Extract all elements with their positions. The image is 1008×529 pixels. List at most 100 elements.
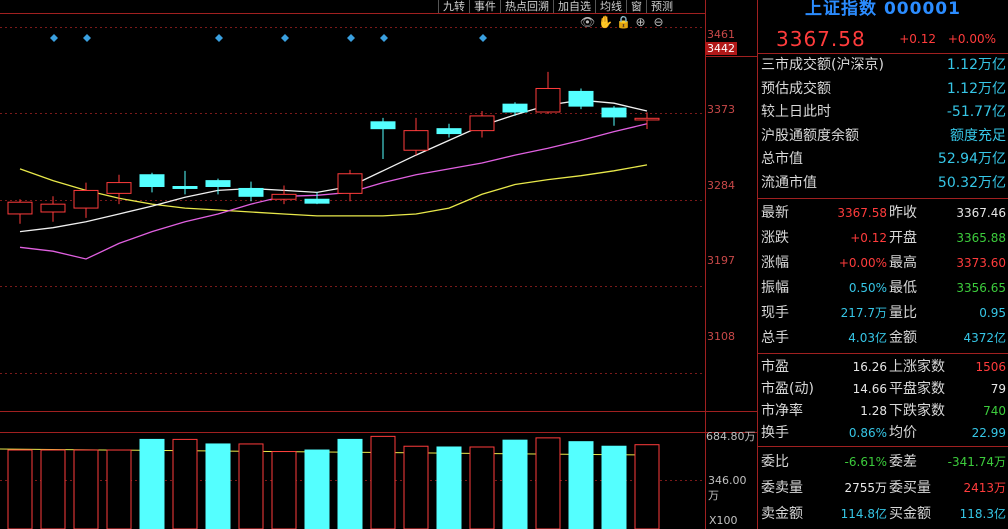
orders-row: 委比 -6.61% 委差 -341.74万 — [758, 449, 1008, 475]
volume-axis-label: 684.80万 — [706, 430, 756, 443]
stat-value: 1.28 — [860, 404, 887, 418]
price-axis-current-label: 3442 — [705, 42, 737, 55]
lock-icon[interactable]: 🔒 — [616, 16, 631, 29]
candle-up — [535, 87, 561, 113]
kline-chart-area[interactable]: 九转 事件 热点回溯 加自选 均线窗预测 👁 ✋ 🔒 ⊕ ⊖ 3461 3442 337… — [0, 0, 757, 529]
stat-label: 量比 — [889, 305, 917, 321]
index-title[interactable]: 上证指数 000001 — [758, 0, 1008, 25]
candle-down — [172, 186, 198, 189]
stat-label: 市净率 — [761, 403, 803, 419]
stat-label: 卖金额 — [761, 506, 803, 522]
stat-value: 4372亿 — [963, 331, 1006, 345]
event-marker-icon — [215, 34, 223, 42]
stat-label: 最高 — [889, 255, 917, 271]
stat-value: 0.86% — [848, 426, 887, 440]
stat-value: 3365.88 — [956, 231, 1006, 245]
stat-value: 114.8亿 — [840, 507, 887, 521]
zoom-out-icon[interactable]: ⊖ — [652, 16, 665, 29]
info-row: 三市成交额(沪深京) 1.12万亿 — [758, 54, 1008, 78]
info-value: 1.12万亿 — [946, 80, 1006, 97]
volume-bar — [271, 451, 297, 529]
stat-value: 0.95 — [979, 306, 1006, 320]
stat-value: 3367.58 — [837, 206, 887, 220]
stat-label: 昨收 — [889, 205, 917, 221]
candle-up — [106, 182, 132, 194]
stat-value: 3356.65 — [956, 281, 1006, 295]
info-label: 总市值 — [761, 151, 803, 167]
volume-bar — [238, 443, 264, 529]
volume-bar — [139, 438, 165, 529]
candle-up — [271, 193, 297, 200]
candle-down — [601, 107, 627, 118]
candle-down — [139, 174, 165, 188]
info-value: 额度充足 — [950, 127, 1006, 144]
toolbar-button[interactable]: 事件 — [469, 0, 500, 13]
price-axis-label: 3373 — [707, 103, 735, 116]
info-row: 流通市值 50.32万亿 — [758, 172, 1008, 196]
info-value: 50.32万亿 — [937, 174, 1006, 191]
hand-icon[interactable]: ✋ — [598, 16, 613, 29]
stat-value: 3373.60 — [956, 256, 1006, 270]
stat-value: 22.99 — [971, 426, 1006, 440]
stat-value: -341.74万 — [947, 455, 1006, 469]
toolbar-button[interactable]: 均线 — [595, 0, 626, 13]
candle-down — [304, 198, 330, 204]
eye-icon[interactable]: 👁 — [580, 16, 595, 29]
stat-label: 委买量 — [889, 480, 931, 496]
candle-down — [370, 121, 396, 130]
chart-icon-bar: 👁 ✋ 🔒 ⊕ ⊖ — [580, 16, 665, 29]
stat-value: 3367.46 — [956, 206, 1006, 220]
toolbar-button[interactable]: 预测 — [646, 0, 677, 13]
zoom-in-icon[interactable]: ⊕ — [634, 16, 647, 29]
stat-value: 14.66 — [852, 382, 887, 396]
info-label: 沪股通额度余额 — [761, 127, 859, 144]
toolbar-button[interactable]: 窗 — [626, 0, 646, 13]
candle-up — [73, 189, 99, 209]
stat-label: 下跌家数 — [889, 403, 945, 419]
event-marker-icon — [380, 34, 388, 42]
toolbar-button[interactable]: 九转 — [438, 0, 469, 13]
event-marker-icon — [50, 34, 58, 42]
volume-bar — [7, 449, 33, 529]
candle-down — [205, 180, 231, 188]
volume-bar — [634, 444, 660, 529]
toolbar-button[interactable]: 加自选 — [553, 0, 595, 13]
volume-bar — [436, 446, 462, 529]
stat-label: 市盈(动) — [761, 381, 814, 397]
quote-panel: 上证指数 000001 3367.58 +0.12 +0.00% 三市成交额(沪… — [757, 0, 1008, 529]
stat-value: 4.03亿 — [848, 331, 887, 345]
volume-bar — [601, 445, 627, 529]
stat-value: 217.7万 — [840, 306, 887, 320]
stat-value: 79 — [990, 382, 1006, 396]
stats-row: 总手 4.03亿 金额 4372亿 — [758, 326, 1008, 351]
price-axis-label: 3461 — [707, 28, 735, 41]
stat-label: 涨跌 — [761, 230, 789, 246]
stat-label: 委差 — [889, 454, 917, 470]
orders-row: 卖金额 114.8亿 买金额 118.3亿 — [758, 501, 1008, 527]
stat-value: 118.3亿 — [959, 507, 1006, 521]
toolbar-button[interactable]: 热点回溯 — [500, 0, 553, 13]
stats-row: 最新 3367.58 昨收 3367.46 — [758, 201, 1008, 226]
event-marker-icon — [347, 34, 355, 42]
volume-bar — [568, 441, 594, 529]
volume-bar — [106, 449, 132, 529]
stat-value: 740 — [983, 404, 1006, 418]
info-row: 较上日此时 -51.77亿 — [758, 101, 1008, 125]
stat-label: 振幅 — [761, 280, 789, 296]
current-price: 3367.58 — [776, 27, 866, 51]
candle-down — [502, 103, 528, 113]
kline-chart[interactable] — [0, 0, 757, 529]
stat-label: 开盘 — [889, 230, 917, 246]
price-change: +0.12 — [899, 32, 936, 46]
stat-value: 2755万 — [844, 481, 887, 495]
volume-bar — [337, 438, 363, 529]
volume-bar — [502, 439, 528, 529]
order-book-summary: 委比 -6.61% 委差 -341.74万 委卖量 2755万 委买量 2413万 卖金额 114… — [758, 447, 1008, 529]
stat-label: 平盘家数 — [889, 381, 945, 397]
info-label: 三市成交额(沪深京) — [761, 57, 884, 73]
stat-label: 换手 — [761, 425, 789, 441]
stat-label: 现手 — [761, 305, 789, 321]
stat-label: 涨幅 — [761, 255, 789, 271]
stats-row: 涨跌 +0.12 开盘 3365.88 — [758, 226, 1008, 251]
stat-label: 金额 — [889, 330, 917, 346]
